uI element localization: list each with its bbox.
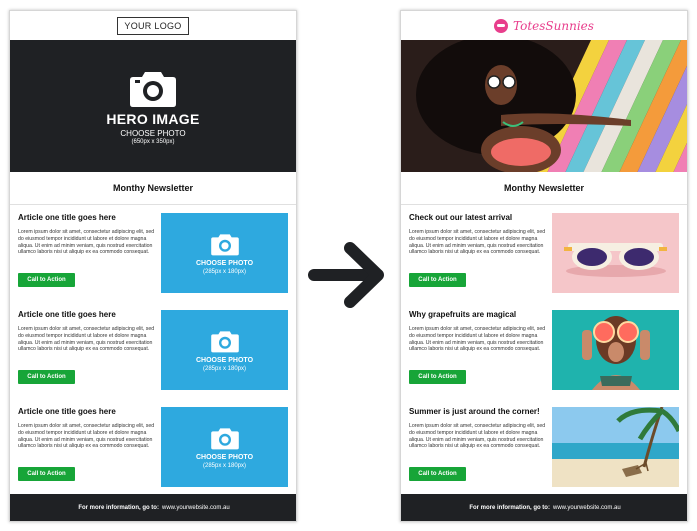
- footer-label: For more information, go to:: [469, 504, 550, 511]
- call-to-action-button[interactable]: Call to Action: [18, 273, 75, 287]
- footer-link[interactable]: www.yourwebsite.com.au: [553, 505, 621, 511]
- photo-placeholder[interactable]: CHOOSE PHOTO (285px x 180px): [161, 213, 288, 293]
- article-body: Lorem ipsum dolor sit amet, consectetur …: [409, 423, 546, 450]
- logo-bar: TotesSunnies: [401, 11, 687, 40]
- footer: For more information, go to: www.yourweb…: [401, 494, 687, 521]
- call-to-action-button[interactable]: Call to Action: [18, 370, 75, 384]
- article-body: Lorem ipsum dolor sit amet, consectetur …: [18, 423, 155, 450]
- article-photo-sunglasses: [552, 213, 679, 293]
- photo-placeholder-dims: (285px x 180px): [202, 365, 247, 372]
- grapefruit-photo: [552, 310, 679, 390]
- hero-title: HERO IMAGE: [106, 110, 200, 127]
- article-photo-grapefruit: [552, 310, 679, 390]
- article-block: Why grapefruits are magical Lorem ipsum …: [401, 310, 687, 396]
- article-title: Article one title goes here: [18, 310, 116, 319]
- logo-bar: YOUR LOGO: [10, 11, 296, 40]
- newsletter-title: Monthy Newsletter: [10, 172, 296, 205]
- brand-name: TotesSunnies: [513, 18, 594, 33]
- article-title: Check out our latest arrival: [409, 213, 513, 222]
- beach-photo: [552, 406, 682, 487]
- camera-icon: [210, 233, 239, 255]
- footer: For more information, go to: www.yourweb…: [10, 494, 296, 521]
- call-to-action-button[interactable]: Call to Action: [409, 273, 466, 287]
- photo-placeholder-dims: (285px x 180px): [202, 268, 247, 275]
- article-block: Article one title goes here Lorem ipsum …: [10, 213, 296, 299]
- article-title: Why grapefruits are magical: [409, 310, 517, 319]
- hero-dimensions: (650px x 350px): [131, 138, 175, 145]
- email-template-panel: YOUR LOGO HERO IMAGE CHOOSE PHOTO (650px…: [9, 10, 297, 522]
- footer-link[interactable]: www.yourwebsite.com.au: [162, 505, 230, 511]
- photo-placeholder-label: CHOOSE PHOTO: [195, 453, 254, 461]
- call-to-action-button[interactable]: Call to Action: [409, 467, 466, 481]
- hero-photo-art: [401, 40, 687, 172]
- logo-placeholder[interactable]: YOUR LOGO: [117, 16, 189, 35]
- hero-photo: [401, 40, 687, 172]
- footer-label: For more information, go to:: [78, 504, 159, 511]
- article-title: Article one title goes here: [18, 213, 116, 222]
- photo-placeholder-dims: (285px x 180px): [202, 462, 247, 469]
- photo-placeholder[interactable]: CHOOSE PHOTO (285px x 180px): [161, 310, 288, 390]
- email-example-panel: TotesSunnies Monthy Newsletter Check out…: [400, 10, 688, 522]
- newsletter-title: Monthy Newsletter: [401, 172, 687, 205]
- hero-placeholder[interactable]: HERO IMAGE CHOOSE PHOTO (650px x 350px): [10, 40, 296, 172]
- article-photo-beach: [552, 406, 682, 487]
- article-body: Lorem ipsum dolor sit amet, consectetur …: [18, 229, 155, 256]
- article-title: Summer is just around the corner!: [409, 407, 540, 416]
- call-to-action-button[interactable]: Call to Action: [409, 370, 466, 384]
- photo-placeholder-label: CHOOSE PHOTO: [195, 356, 254, 364]
- comparison-stage: YOUR LOGO HERO IMAGE CHOOSE PHOTO (650px…: [0, 0, 697, 531]
- call-to-action-button[interactable]: Call to Action: [18, 467, 75, 481]
- article-block: Article one title goes here Lorem ipsum …: [10, 310, 296, 396]
- camera-icon: [210, 427, 239, 449]
- sunglasses-icon: [494, 18, 509, 33]
- article-title: Article one title goes here: [18, 407, 116, 416]
- photo-placeholder[interactable]: CHOOSE PHOTO (285px x 180px): [161, 407, 288, 487]
- sunglasses-photo: [552, 213, 679, 293]
- brand-logo[interactable]: TotesSunnies: [494, 18, 594, 33]
- article-body: Lorem ipsum dolor sit amet, consectetur …: [18, 326, 155, 353]
- photo-placeholder-label: CHOOSE PHOTO: [195, 259, 254, 267]
- article-block: Check out our latest arrival Lorem ipsum…: [401, 213, 687, 299]
- camera-icon: [210, 330, 239, 352]
- article-body: Lorem ipsum dolor sit amet, consectetur …: [409, 326, 546, 353]
- article-block: Article one title goes here Lorem ipsum …: [10, 407, 296, 493]
- arrow-right-icon: [308, 242, 384, 308]
- article-body: Lorem ipsum dolor sit amet, consectetur …: [409, 229, 546, 256]
- camera-icon: [130, 71, 176, 107]
- article-block: Summer is just around the corner! Lorem …: [401, 406, 687, 493]
- hero-subtitle: CHOOSE PHOTO: [120, 128, 186, 138]
